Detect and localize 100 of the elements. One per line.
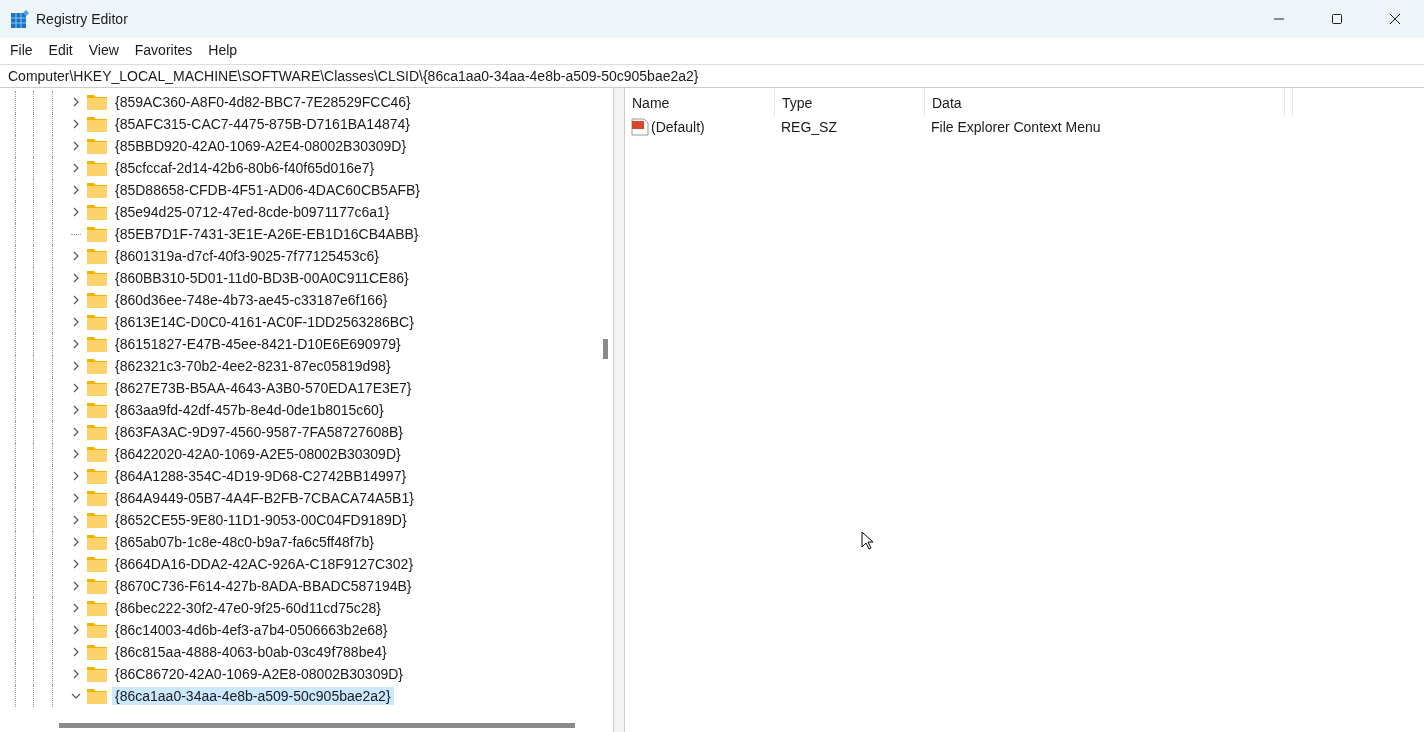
tree-item[interactable]: {8652CE55-9E80-11D1-9053-00C04FD9189D}	[112, 511, 410, 529]
tree-item[interactable]: {85D88658-CFDB-4F51-AD06-4DAC60CB5AFB}	[112, 181, 424, 199]
tree-item[interactable]: {862321c3-70b2-4ee2-8231-87ec05819d98}	[112, 357, 394, 375]
chevron-right-icon[interactable]	[71, 669, 81, 679]
column-header[interactable]: Data	[925, 88, 1285, 116]
chevron-right-icon[interactable]	[71, 295, 81, 305]
tree-item[interactable]: {860BB310-5D01-11d0-BD3B-00A0C911CE86}	[112, 269, 412, 287]
tree-item[interactable]: {864A1288-354C-4D19-9D68-C2742BB14997}	[112, 467, 410, 485]
column-header[interactable]: Name	[625, 88, 775, 116]
chevron-right-icon[interactable]	[71, 141, 81, 151]
folder-icon	[87, 534, 107, 550]
folder-icon	[87, 226, 107, 242]
chevron-right-icon[interactable]	[71, 559, 81, 569]
chevron-right-icon[interactable]	[71, 273, 81, 283]
string-value-icon	[630, 117, 650, 137]
tree-item[interactable]: {86c815aa-4888-4063-b0ab-03c49f788be4}	[112, 643, 390, 661]
tree-item[interactable]: {85cfccaf-2d14-42b6-80b6-f40f65d016e7}	[112, 159, 378, 177]
folder-icon	[87, 248, 107, 264]
tree-item[interactable]: {860d36ee-748e-4b73-ae45-c33187e6f166}	[112, 291, 391, 309]
folder-icon	[87, 688, 107, 704]
tree-item[interactable]: {8670C736-F614-427b-8ADA-BBADC587194B}	[112, 577, 415, 595]
menu-item[interactable]: Favorites	[126, 42, 201, 58]
folder-icon	[87, 490, 107, 506]
tree-item[interactable]: {8613E14C-D0C0-4161-AC0F-1DD2563286BC}	[112, 313, 417, 331]
chevron-right-icon[interactable]	[71, 361, 81, 371]
tree-item[interactable]: {86bec222-30f2-47e0-9f25-60d11cd75c28}	[112, 599, 384, 617]
folder-icon	[87, 358, 107, 374]
folder-icon	[87, 314, 107, 330]
chevron-right-icon[interactable]	[71, 185, 81, 195]
tree-item[interactable]: {8664DA16-DDA2-42AC-926A-C18F9127C302}	[112, 555, 417, 573]
chevron-right-icon[interactable]	[71, 405, 81, 415]
folder-icon	[87, 116, 107, 132]
tree-item[interactable]: {85AFC315-CAC7-4475-875B-D7161BA14874}	[112, 115, 413, 133]
chevron-right-icon[interactable]	[71, 603, 81, 613]
folder-icon	[87, 270, 107, 286]
folder-icon	[87, 204, 107, 220]
mouse-pointer-icon	[861, 531, 875, 551]
chevron-right-icon[interactable]	[71, 449, 81, 459]
chevron-right-icon[interactable]	[71, 625, 81, 635]
folder-icon	[87, 292, 107, 308]
tree-item[interactable]: {859AC360-A8F0-4d82-BBC7-7E28529FCC46}	[112, 93, 414, 111]
folder-icon	[87, 160, 107, 176]
tree-item[interactable]: {85e94d25-0712-47ed-8cde-b0971177c6a1}	[112, 203, 393, 221]
chevron-right-icon[interactable]	[71, 383, 81, 393]
table-cell-text: File Explorer Context Menu	[930, 119, 1102, 135]
folder-icon	[87, 666, 107, 682]
tree-item[interactable]: {85BBD920-42A0-1069-A2E4-08002B30309D}	[112, 137, 410, 155]
tree-item[interactable]: {85EB7D1F-7431-3E1E-A26E-EB1D16CB4ABB}	[112, 225, 422, 243]
tree-item[interactable]: {8601319a-d7cf-40f3-9025-7f77125453c6}	[112, 247, 382, 265]
address-bar[interactable]: Computer\HKEY_LOCAL_MACHINE\SOFTWARE\Classes\CLSID\{86ca1aa0-34aa-4e8b-a509-50c905bae2a2}	[0, 64, 1424, 88]
tree-item[interactable]: {86C86720-42A0-1069-A2E8-08002B30309D}	[112, 665, 406, 683]
table-cell-text: REG_SZ	[780, 119, 838, 135]
tree-item[interactable]: {86422020-42A0-1069-A2E5-08002B30309D}	[112, 445, 404, 463]
chevron-right-icon[interactable]	[71, 515, 81, 525]
folder-icon	[87, 468, 107, 484]
folder-icon	[87, 424, 107, 440]
close-icon	[1389, 13, 1401, 25]
chevron-right-icon[interactable]	[71, 207, 81, 217]
chevron-right-icon[interactable]	[71, 647, 81, 657]
menu-item[interactable]: File	[2, 42, 41, 58]
chevron-right-icon[interactable]	[71, 119, 81, 129]
chevron-right-icon[interactable]	[71, 97, 81, 107]
folder-icon	[87, 622, 107, 638]
chevron-right-icon[interactable]	[71, 581, 81, 591]
tree-item[interactable]: {863aa9fd-42df-457b-8e4d-0de1b8015c60}	[112, 401, 387, 419]
window-title: Registry Editor	[36, 11, 128, 27]
column-header[interactable]: Type	[775, 88, 925, 116]
chevron-right-icon[interactable]	[71, 427, 81, 437]
value-name[interactable]: (Default)	[651, 119, 705, 135]
chevron-right-icon[interactable]	[71, 339, 81, 349]
folder-icon	[87, 644, 107, 660]
folder-icon	[87, 182, 107, 198]
tree-item[interactable]: {86c14003-4d6b-4ef3-a7b4-0506663b2e68}	[112, 621, 391, 639]
chevron-right-icon[interactable]	[71, 493, 81, 503]
chevron-right-icon[interactable]	[71, 163, 81, 173]
menu-item[interactable]: Help	[200, 42, 246, 58]
tree-item[interactable]: {86ca1aa0-34aa-4e8b-a509-50c905bae2a2}	[112, 687, 394, 705]
tree-item[interactable]: {86151827-E47B-45ee-8421-D10E6E690979}	[112, 335, 404, 353]
folder-icon	[87, 446, 107, 462]
folder-icon	[87, 380, 107, 396]
folder-icon	[87, 600, 107, 616]
chevron-right-icon[interactable]	[71, 251, 81, 261]
folder-icon	[87, 138, 107, 154]
folder-icon	[87, 556, 107, 572]
chevron-down-icon[interactable]	[71, 691, 81, 701]
folder-icon	[87, 94, 107, 110]
maximize-icon	[1331, 13, 1343, 25]
menu-item[interactable]: View	[80, 42, 127, 58]
tree-item[interactable]: {864A9449-05B7-4A4F-B2FB-7CBACA74A5B1}	[112, 489, 417, 507]
tree-item[interactable]: {863FA3AC-9D97-4560-9587-7FA58727608B}	[112, 423, 406, 441]
menu-item[interactable]: Edit	[40, 42, 81, 58]
chevron-right-icon[interactable]	[71, 537, 81, 547]
chevron-right-icon[interactable]	[71, 317, 81, 327]
folder-icon	[87, 402, 107, 418]
chevron-right-icon[interactable]	[71, 471, 81, 481]
registry-icon	[10, 9, 30, 29]
folder-icon	[87, 336, 107, 352]
tree-item[interactable]: {8627E73B-B5AA-4643-A3B0-570EDA17E3E7}	[112, 379, 415, 397]
tree-item[interactable]: {865ab07b-1c8e-48c0-b9a7-fa6c5ff48f7b}	[112, 533, 377, 551]
folder-icon	[87, 578, 107, 594]
